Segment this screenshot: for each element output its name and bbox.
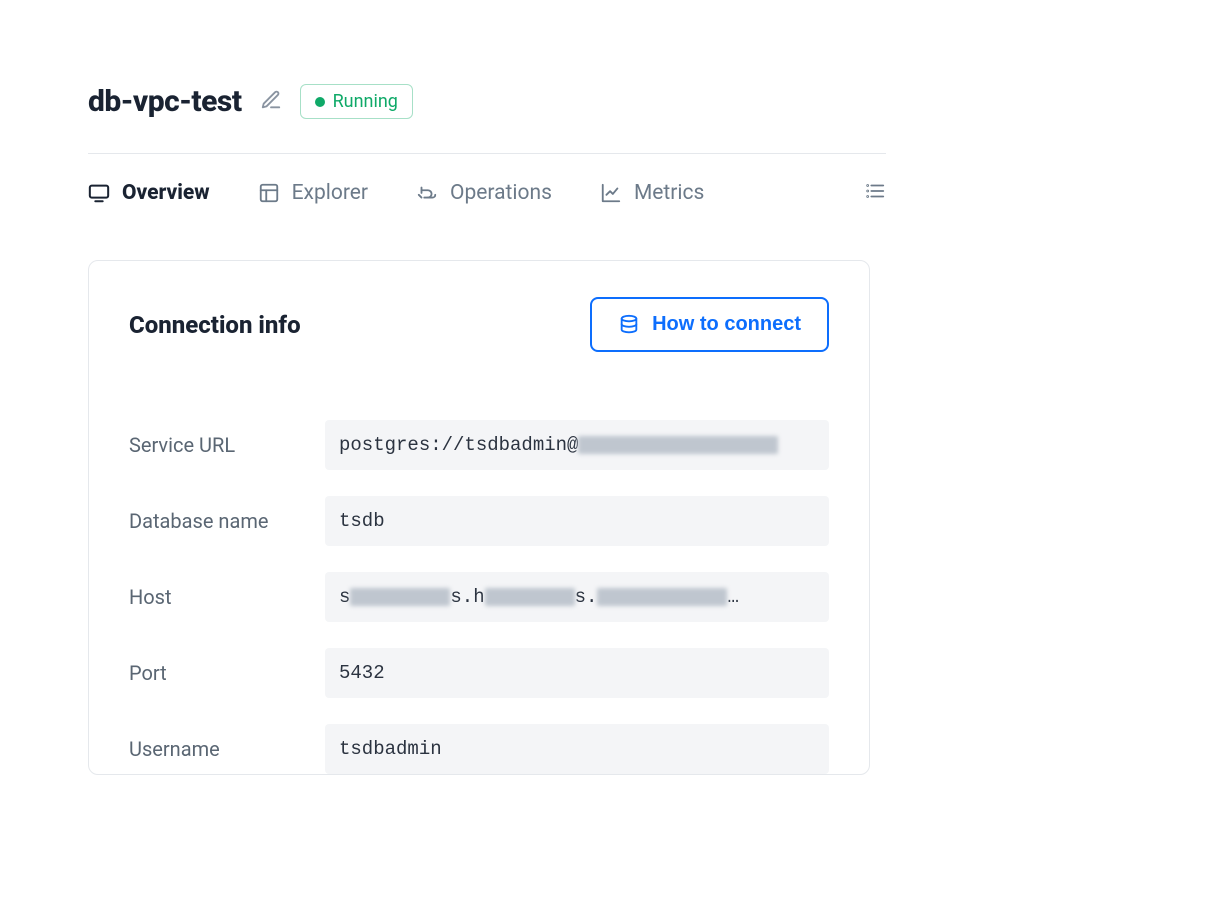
field-label: Port xyxy=(129,661,319,685)
tab-metrics-label: Metrics xyxy=(634,181,704,205)
status-badge: Running xyxy=(300,84,413,119)
tab-operations-label: Operations xyxy=(450,181,552,205)
edit-icon[interactable] xyxy=(260,89,282,115)
database-icon xyxy=(618,314,640,336)
how-to-connect-label: How to connect xyxy=(652,313,801,336)
tab-metrics[interactable]: Metrics xyxy=(600,181,704,205)
redacted-icon xyxy=(485,588,575,606)
field-username: Username tsdbadmin xyxy=(129,724,829,774)
monitor-icon xyxy=(88,182,110,204)
field-port: Port 5432 xyxy=(129,648,829,698)
status-dot-icon xyxy=(315,97,325,107)
connection-info-title: Connection info xyxy=(129,311,301,339)
redacted-icon xyxy=(597,588,727,606)
field-label: Host xyxy=(129,585,319,609)
tab-explorer-label: Explorer xyxy=(292,181,368,205)
chart-icon xyxy=(600,182,622,204)
tab-overview-label: Overview xyxy=(122,181,210,205)
field-host: Host ss.hs.… xyxy=(129,572,829,622)
tab-explorer[interactable]: Explorer xyxy=(258,181,368,205)
tab-overview[interactable]: Overview xyxy=(88,181,210,205)
status-label: Running xyxy=(333,91,398,112)
field-label: Service URL xyxy=(129,433,319,457)
tab-bar: Overview Explorer Operations Metrics xyxy=(88,154,886,206)
redacted-icon xyxy=(350,588,450,606)
redacted-icon xyxy=(578,436,778,454)
field-value-port[interactable]: 5432 xyxy=(325,648,829,698)
page-header: db-vpc-test Running xyxy=(88,84,886,154)
more-icon[interactable] xyxy=(864,180,886,206)
tab-operations[interactable]: Operations xyxy=(416,181,552,205)
field-label: Database name xyxy=(129,509,319,533)
field-value-database-name[interactable]: tsdb xyxy=(325,496,829,546)
layout-icon xyxy=(258,182,280,204)
field-value-username[interactable]: tsdbadmin xyxy=(325,724,829,774)
db-title: db-vpc-test xyxy=(88,84,242,119)
field-value-host[interactable]: ss.hs.… xyxy=(325,572,829,622)
connection-fields: Service URL postgres://tsdbadmin@ Databa… xyxy=(129,420,829,774)
connection-info-card: Connection info How to connect Service U… xyxy=(88,260,870,775)
how-to-connect-button[interactable]: How to connect xyxy=(590,297,829,352)
plug-icon xyxy=(416,182,438,204)
field-database-name: Database name tsdb xyxy=(129,496,829,546)
card-header: Connection info How to connect xyxy=(129,297,829,352)
field-service-url: Service URL postgres://tsdbadmin@ xyxy=(129,420,829,470)
field-label: Username xyxy=(129,737,319,761)
field-value-service-url[interactable]: postgres://tsdbadmin@ xyxy=(325,420,829,470)
